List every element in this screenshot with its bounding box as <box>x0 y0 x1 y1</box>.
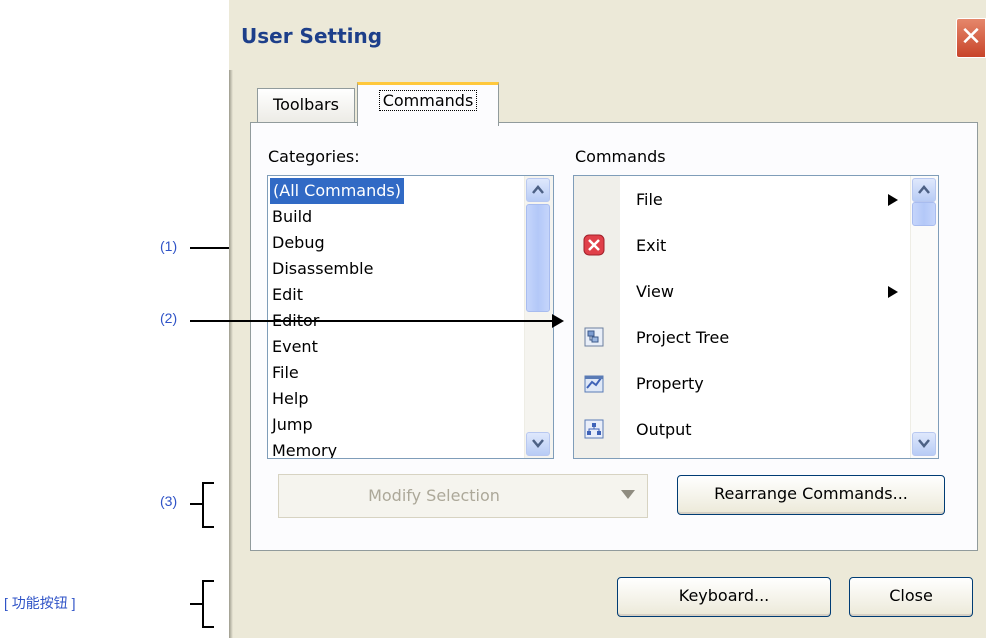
dialog-title: User Setting <box>241 24 383 48</box>
category-item[interactable]: Jump <box>272 412 313 438</box>
command-item-output[interactable]: Output <box>574 408 914 454</box>
arrow-2-head <box>552 314 564 328</box>
command-item-project-tree[interactable]: Project Tree <box>574 316 914 362</box>
bracket-fb-stub <box>190 603 202 605</box>
categories-label: Categories: <box>268 147 360 166</box>
dropdown-arrow-icon <box>621 490 635 499</box>
close-button[interactable]: Close <box>849 577 973 617</box>
modify-selection-dropdown: Modify Selection <box>278 474 648 518</box>
annotation-2: (2) <box>160 310 178 326</box>
rearrange-commands-button[interactable]: Rearrange Commands... <box>677 475 945 515</box>
tab-toolbars[interactable]: Toolbars <box>257 88 355 123</box>
scroll-thumb[interactable] <box>912 202 936 226</box>
bracket-fb <box>202 580 214 628</box>
scroll-down-icon[interactable] <box>912 432 936 456</box>
scroll-up-icon[interactable] <box>912 178 936 202</box>
command-item-property[interactable]: Property <box>574 362 914 408</box>
title-bar[interactable]: User Setting ✕ <box>229 0 986 70</box>
annotation-function-buttons: [ 功能按钮 ] <box>4 595 76 611</box>
category-item[interactable]: (All Commands) <box>270 178 404 204</box>
category-item[interactable]: Event <box>272 334 318 360</box>
category-item[interactable]: Help <box>272 386 308 412</box>
category-item[interactable]: Edit <box>272 282 303 308</box>
category-item[interactable]: Build <box>272 204 312 230</box>
annotation-3: (3) <box>160 493 178 509</box>
dialog-frame-edge <box>229 0 233 638</box>
submenu-arrow-icon <box>888 286 898 298</box>
keyboard-button[interactable]: Keyboard... <box>617 577 831 617</box>
category-item[interactable]: Disassemble <box>272 256 373 282</box>
category-item[interactable]: File <box>272 360 299 386</box>
bracket-3-stub <box>190 503 202 505</box>
commands-listbox[interactable]: File Exit View Project Tree Property Out… <box>573 175 939 459</box>
arrow-2-line <box>190 320 552 322</box>
category-item[interactable]: Memory <box>272 438 337 458</box>
scroll-up-icon[interactable] <box>526 178 550 202</box>
close-icon[interactable]: ✕ <box>956 18 986 58</box>
tab-commands[interactable]: Commands <box>357 82 499 126</box>
property-icon <box>584 375 604 393</box>
categories-listbox[interactable]: (All Commands) Build Debug Disassemble E… <box>267 175 554 459</box>
user-setting-dialog: User Setting ✕ Toolbars Categories: Comm… <box>229 0 986 638</box>
categories-scrollbar[interactable] <box>524 176 553 458</box>
command-item-exit[interactable]: Exit <box>574 224 914 270</box>
commands-scrollbar[interactable] <box>910 176 938 458</box>
exit-icon <box>583 234 605 256</box>
submenu-arrow-icon <box>888 194 898 206</box>
category-item[interactable]: Debug <box>272 230 325 256</box>
output-icon <box>584 419 604 439</box>
command-item-file[interactable]: File <box>574 178 914 224</box>
project-tree-icon <box>584 327 604 347</box>
annotation-1: (1) <box>160 238 178 254</box>
bracket-3 <box>202 482 214 528</box>
scroll-thumb[interactable] <box>526 204 550 312</box>
commands-label: Commands <box>575 147 666 166</box>
command-item-view[interactable]: View <box>574 270 914 316</box>
scroll-down-icon[interactable] <box>526 432 550 456</box>
